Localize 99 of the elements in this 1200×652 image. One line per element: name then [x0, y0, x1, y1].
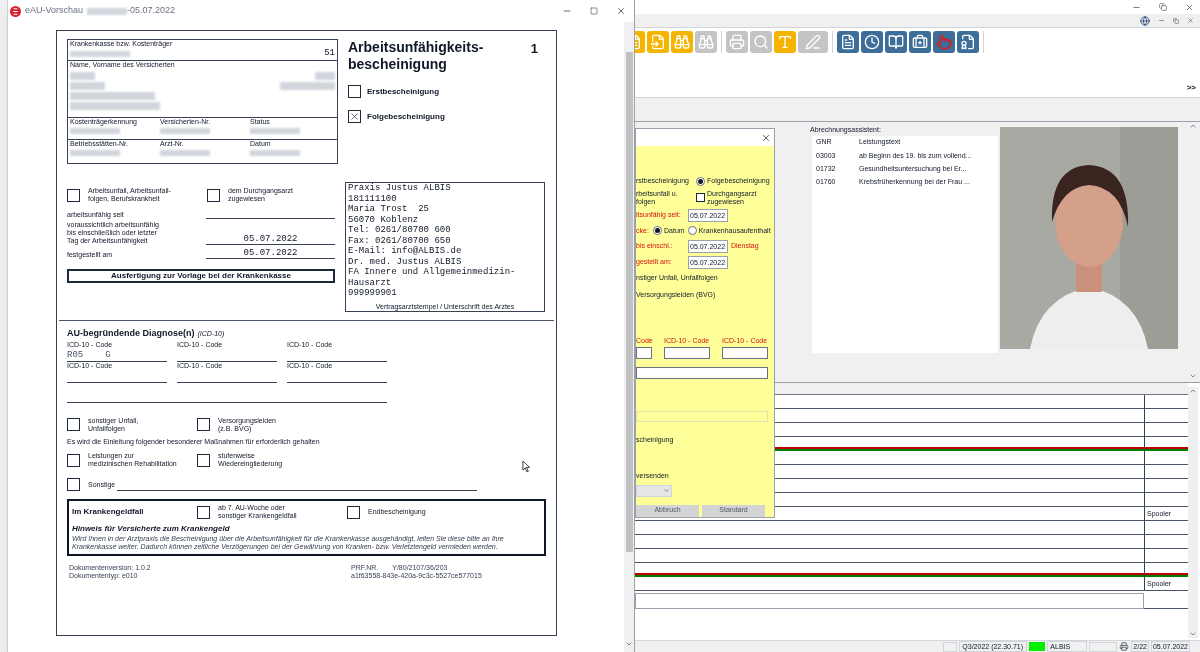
radio-button[interactable]	[653, 226, 662, 236]
checkbox[interactable]	[197, 505, 210, 519]
journal-row[interactable]	[635, 535, 1188, 549]
checkbox[interactable]	[197, 453, 210, 467]
stamp-line: FA Innere und Allgemeinmedizin-	[348, 267, 517, 278]
redacted-text	[160, 128, 210, 134]
printer-icon[interactable]	[1119, 642, 1130, 651]
caret-icon	[663, 487, 670, 494]
scroll-up-icon[interactable]	[1189, 387, 1197, 395]
copy-banner: Ausfertigung zur Vorlage bei der Krankenkasse	[67, 269, 335, 283]
close-icon[interactable]	[1187, 17, 1194, 24]
checkbox[interactable]	[67, 418, 80, 431]
toolbar-button[interactable]	[861, 31, 883, 53]
globe-icon[interactable]	[1140, 15, 1150, 26]
checkbox[interactable]	[347, 505, 360, 519]
x-mark-icon	[349, 111, 360, 122]
scroll-down-icon[interactable]	[1189, 372, 1197, 380]
stamp-line: 999999901	[348, 288, 398, 299]
redacted-text	[70, 128, 120, 134]
toolbar-button[interactable]	[933, 31, 955, 53]
checkbox[interactable]	[197, 418, 210, 431]
text-letter-icon	[777, 34, 793, 50]
toolbar-button[interactable]	[837, 31, 859, 53]
redacted-text	[315, 72, 335, 80]
maximize-icon[interactable]	[590, 7, 598, 15]
close-icon[interactable]	[1185, 2, 1194, 12]
radio-button[interactable]	[696, 176, 705, 186]
scroll-down-icon[interactable]	[625, 640, 633, 648]
field-value: 51	[324, 48, 335, 59]
date-line: 05.07.2022	[206, 247, 335, 259]
binoculars-icon	[698, 34, 714, 50]
checkbox[interactable]	[67, 188, 80, 202]
hand-pointer-icon	[936, 34, 952, 50]
printer-icon	[729, 34, 745, 50]
redacted-text	[70, 72, 95, 80]
minimize-icon[interactable]	[1158, 17, 1165, 24]
redacted-text	[280, 82, 335, 90]
scrollbar[interactable]	[624, 22, 634, 652]
stamp-line: Dr. med. Justus ALBIS	[348, 256, 463, 267]
stamp-line: E-Mail: info@ALBIS.de	[348, 246, 463, 257]
checkbox[interactable]	[67, 453, 80, 467]
checkbox[interactable]	[67, 478, 80, 491]
stamp-line: Praxis Justus ALBIS	[348, 183, 452, 194]
scroll-up-icon[interactable]	[1189, 122, 1197, 130]
date-line: 05.07.2022	[206, 233, 335, 245]
stamp-line: Tel: 0261/80700 600	[348, 225, 452, 236]
text-field[interactable]	[636, 366, 768, 379]
diagnosis-qualifier: G	[105, 348, 111, 361]
stamp-line: Fax: 0261/80700 650	[348, 235, 452, 246]
redacted-text	[250, 150, 300, 156]
window-title-date: -05.07.2022	[127, 4, 176, 18]
copy-number: 1	[530, 40, 538, 58]
notice-title: Hinweis für Versicherte zum Krankengeld	[72, 523, 231, 535]
mouse-cursor-icon	[522, 460, 531, 473]
stamp-line: Hausarzt	[348, 277, 393, 288]
pen-icon	[805, 34, 821, 50]
code-field[interactable]	[722, 346, 768, 359]
section-title: AU-begründende Diagnose(n)	[67, 327, 195, 340]
toolbar-button[interactable]	[909, 31, 931, 53]
checkbox[interactable]	[207, 188, 220, 202]
book-icon	[888, 34, 904, 50]
more-button[interactable]: >>	[1186, 82, 1196, 94]
checkbox[interactable]	[696, 193, 705, 202]
stamp-line: 56070 Koblenz	[348, 214, 420, 225]
window-title: eAU-Vorschau	[25, 4, 84, 18]
close-icon[interactable]	[616, 6, 626, 16]
checkbox-label: Erstbescheinigung	[367, 85, 439, 98]
journal-row[interactable]	[635, 563, 1188, 577]
redacted-text	[160, 150, 210, 156]
clock-icon	[864, 34, 880, 50]
stamp-line: Maria Trost 25	[348, 204, 430, 215]
document-icon	[840, 34, 856, 50]
close-icon[interactable]	[761, 132, 771, 143]
form-title: Arbeitsunfähigkeits- bescheinigung	[348, 39, 484, 73]
redacted-text	[70, 82, 105, 90]
radio-button[interactable]	[687, 226, 697, 236]
text-field[interactable]	[635, 593, 1144, 609]
code-field[interactable]	[664, 346, 710, 359]
checkbox[interactable]	[348, 110, 361, 123]
redacted-text	[250, 128, 300, 134]
search-icon	[753, 34, 769, 50]
redacted-text	[70, 150, 120, 156]
section-title: Im Krankengeldfall	[72, 506, 145, 518]
diagnosis-code: R05	[67, 348, 84, 361]
checkbox-label: Folgebescheinigung	[367, 110, 445, 123]
journal-row[interactable]	[635, 521, 1188, 535]
toolbar-button[interactable]	[885, 31, 907, 53]
stamp-line: 181111100	[348, 193, 398, 204]
scroll-down-icon[interactable]	[1189, 630, 1197, 638]
medical-case-icon	[912, 34, 928, 50]
code-field[interactable]	[636, 346, 652, 359]
import-document-icon	[650, 34, 666, 50]
checkbox[interactable]	[348, 85, 361, 98]
toolbar-button[interactable]	[957, 31, 979, 53]
scrollbar[interactable]	[1188, 387, 1198, 638]
redacted-text	[70, 50, 130, 57]
binoculars-icon	[674, 34, 690, 50]
redacted-text	[87, 7, 128, 15]
restore-icon[interactable]	[1159, 3, 1167, 11]
